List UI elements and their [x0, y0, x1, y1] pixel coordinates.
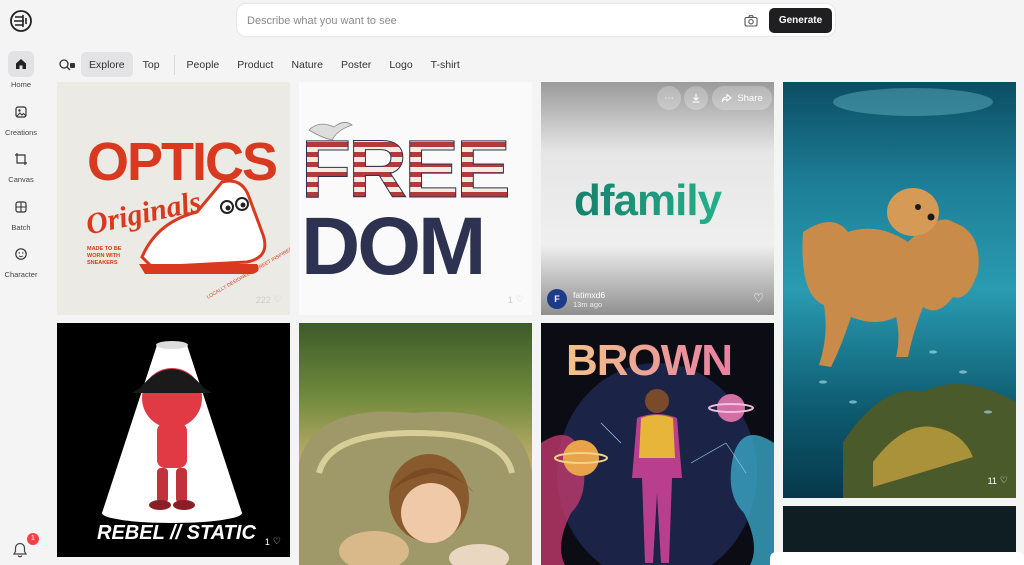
like-count[interactable]: 1 ♡ [508, 294, 524, 305]
gallery-card-optics[interactable]: OPTICS Originals MADE TO BE WORN WITH SN… [57, 82, 290, 315]
tab-top[interactable]: Top [135, 52, 168, 77]
tab-logo[interactable]: Logo [381, 52, 420, 77]
heart-icon: ♡ [273, 294, 282, 304]
gallery-card-freedom[interactable]: FREE DOM 1 ♡ [299, 82, 532, 315]
sidebar-item-character[interactable]: Character [0, 241, 42, 279]
heart-icon: ♡ [753, 291, 764, 305]
like-count[interactable]: 222 ♡ [256, 294, 282, 305]
gallery-card-dog[interactable]: 11 ♡ [783, 82, 1016, 498]
tab-divider [173, 54, 175, 75]
post-time: 13m ago [573, 299, 603, 309]
sidebar-item-creations[interactable]: Creations [0, 99, 42, 137]
author-info[interactable]: F fatimxd6 13m ago [547, 289, 605, 309]
sidebar-item-label: Canvas [8, 175, 34, 184]
sidebar-item-canvas[interactable]: Canvas [0, 146, 42, 184]
sidebar-item-label: Batch [11, 223, 31, 232]
gallery-card-girl[interactable] [299, 323, 532, 565]
gallery-card-rebel[interactable]: REBEL // STATIC 1 ♡ [57, 323, 290, 557]
generate-button[interactable]: Generate [769, 8, 832, 33]
optics-artwork: OPTICS Originals MADE TO BE WORN WITH SN… [83, 132, 290, 301]
camera-icon[interactable] [743, 13, 759, 29]
dfamily-artwork: dfamily [574, 176, 724, 225]
sidebar-item-label: Home [10, 80, 31, 89]
brown-title: BROWN [566, 336, 732, 385]
prompt-bar: Generate [236, 3, 836, 37]
sidebar-item-label: Creations [4, 128, 38, 137]
freedom-artwork: FREE DOM [301, 122, 512, 292]
tab-explore[interactable]: Explore [81, 52, 133, 77]
category-tabs: Explore Top People Product Nature Poster… [57, 52, 470, 77]
heart-icon: ♡ [515, 294, 524, 304]
heart-icon: ♡ [999, 475, 1008, 485]
grid-icon [15, 201, 27, 213]
optics-tag-1: MADE TO BE [87, 246, 122, 252]
like-button[interactable]: ♡ [753, 291, 764, 305]
brown-artwork: BROWN [541, 336, 774, 565]
heart-icon: ♡ [272, 536, 281, 546]
like-count[interactable]: 11 ♡ [988, 475, 1008, 486]
tab-product[interactable]: Product [229, 52, 281, 77]
like-count[interactable]: 1 ♡ [265, 536, 281, 547]
tab-tshirt[interactable]: T-shirt [423, 52, 468, 77]
tab-people[interactable]: People [179, 52, 228, 77]
crop-icon [15, 153, 27, 165]
sidebar: Home Creations Canvas Batch Character 1 [0, 0, 42, 565]
bell-icon[interactable] [11, 541, 29, 559]
gallery-card-brown[interactable]: BROWN [541, 323, 774, 565]
tab-poster[interactable]: Poster [333, 52, 379, 77]
sidebar-item-label: Character [4, 270, 38, 279]
face-icon [15, 248, 27, 260]
sidebar-item-batch[interactable]: Batch [0, 194, 42, 232]
rebel-artwork: REBEL // STATIC [97, 341, 256, 544]
brain-logo-icon[interactable] [9, 9, 33, 33]
notification-badge: 1 [27, 533, 39, 545]
dog-artwork [802, 88, 1016, 498]
sidebar-item-home[interactable]: Home [0, 51, 42, 89]
gallery-card-dfamily[interactable]: ⋯ Share dfamily F fatimxd6 13m ago ♡ [541, 82, 774, 315]
prompt-input[interactable] [247, 12, 727, 30]
bottom-panel-edge [770, 552, 1024, 565]
search-lock-icon[interactable] [57, 55, 77, 75]
avatar[interactable]: F [547, 289, 567, 309]
image-icon [15, 106, 27, 118]
tab-nature[interactable]: Nature [283, 52, 331, 77]
author-name[interactable]: fatimxd6 [573, 290, 605, 300]
home-icon [16, 59, 26, 69]
rebel-text: REBEL // STATIC [97, 522, 256, 544]
dfamily-logo-text: dfamily [574, 176, 723, 225]
freedom-line-2: DOM [301, 201, 483, 292]
optics-tag-2: WORN WITH [87, 253, 120, 259]
optics-tag-3: SNEAKERS [87, 260, 118, 266]
optics-title: OPTICS [87, 132, 276, 192]
girl-artwork [299, 411, 532, 565]
